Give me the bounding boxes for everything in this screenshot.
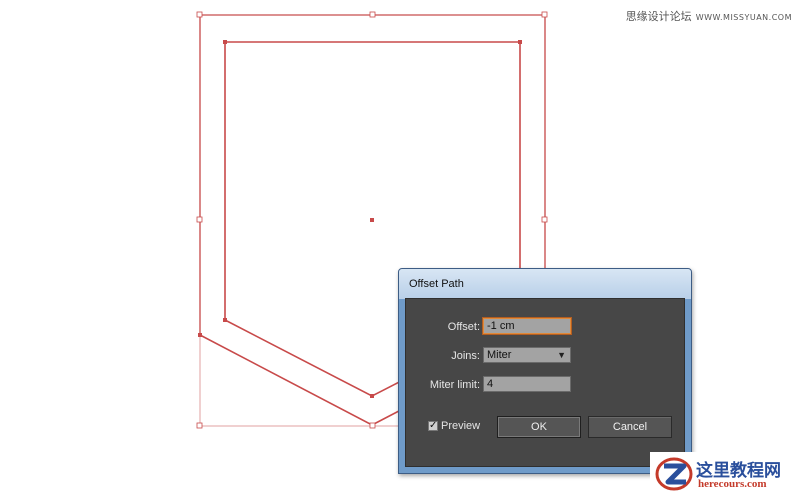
chevron-down-icon: ▼ [557,350,566,360]
joins-select[interactable]: Miter ▼ [483,347,571,363]
checkmark-icon: ✓ [429,420,438,431]
joins-label: Joins: [451,350,480,362]
dialog-body: Offset: -1 cm Joins: Miter ▼ Miter limit… [405,298,685,467]
handle-bottom-left[interactable] [196,422,203,429]
dialog-title: Offset Path [409,278,464,290]
joins-selected-value: Miter [487,349,512,361]
preview-label[interactable]: Preview [441,420,480,432]
handle-bottom-center[interactable] [369,422,376,429]
miter-limit-label: Miter limit: [429,379,480,391]
preview-checkbox[interactable]: ✓ [428,421,438,431]
offset-label: Offset: [447,321,480,333]
anchor-inner-bottom-tip[interactable] [370,394,374,398]
watermark-site-url: WWW.MISSYUAN.COM [695,13,792,22]
anchor-inner-bottom-left[interactable] [223,318,227,322]
site-logo-watermark: 这里教程网 herecours.com [650,452,800,495]
anchor-inner-top-right[interactable] [518,40,522,44]
anchor-inner-top-left[interactable] [223,40,227,44]
site-watermark-top: 思缘设计论坛 WWW.MISSYUAN.COM [626,8,792,24]
logo-url: herecours.com [698,478,767,490]
ok-button[interactable]: OK [497,416,581,438]
offset-path-dialog: Offset Path Offset: -1 cm Joins: Miter ▼… [398,268,692,474]
center-point-marker [370,218,374,222]
anchor-outer-bottom-left[interactable] [198,333,202,337]
miter-limit-input[interactable]: 4 [483,376,571,392]
handle-top-center[interactable] [369,11,376,18]
cancel-button[interactable]: Cancel [588,416,672,438]
watermark-site-name: 思缘设计论坛 [625,10,692,23]
handle-middle-right[interactable] [541,216,548,223]
handle-top-right[interactable] [541,11,548,18]
handle-middle-left[interactable] [196,216,203,223]
handle-top-left[interactable] [196,11,203,18]
dialog-titlebar[interactable]: Offset Path [399,269,691,299]
logo-z-icon [655,457,693,491]
offset-input[interactable]: -1 cm [483,318,571,334]
